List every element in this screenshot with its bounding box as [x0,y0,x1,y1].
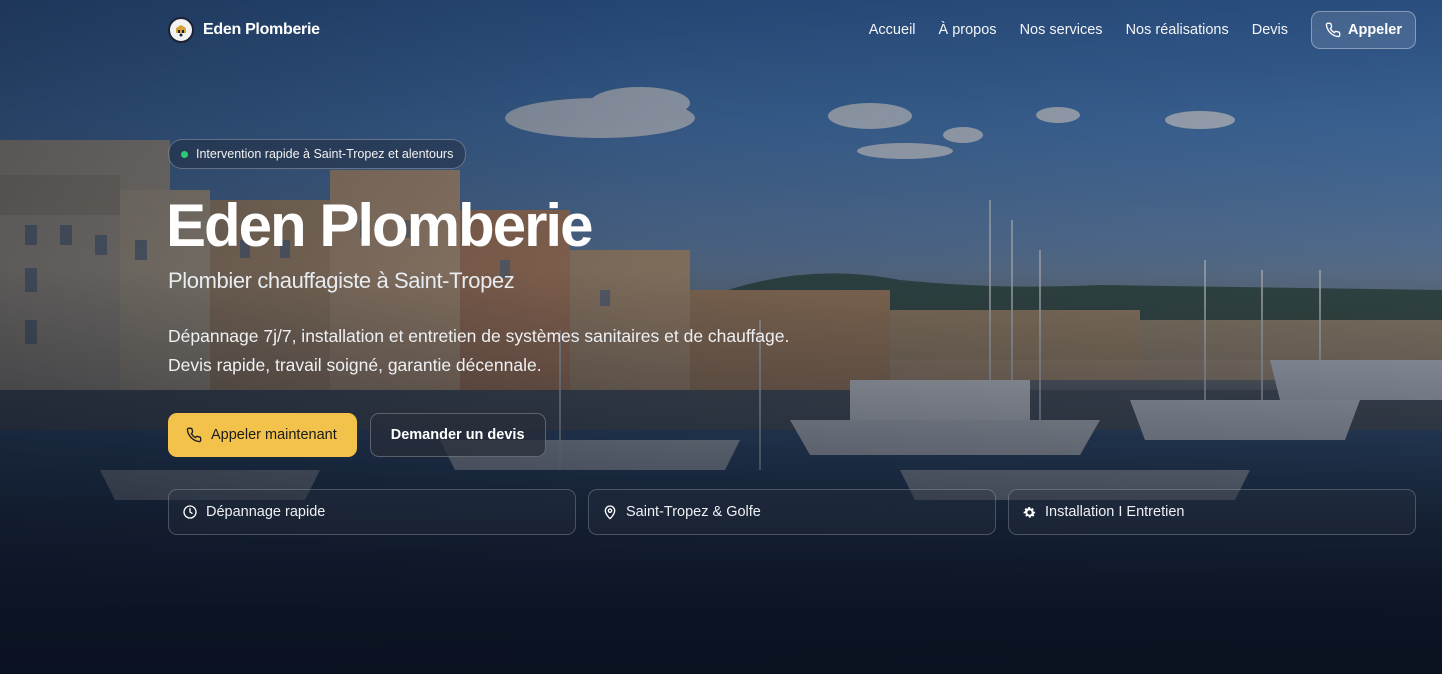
feature-label: Dépannage rapide [206,504,326,520]
clock-icon [182,504,198,520]
brand[interactable]: Eden Plomberie [168,17,320,43]
nav-link-devis[interactable]: Devis [1252,22,1288,38]
page-subtitle: Plombier chauffagiste à Saint-Tropez [168,268,515,293]
nav-link-accueil[interactable]: Accueil [869,22,916,38]
feature-cards: Dépannage rapide Saint-Tropez & Golfe In… [168,489,1416,535]
gear-icon [1022,505,1037,520]
nav-link-a-propos[interactable]: À propos [939,22,997,38]
navbar: Eden Plomberie Accueil À propos Nos serv… [168,11,1416,49]
hero-description: Dépannage 7j/7, installation et entretie… [168,322,789,380]
status-badge: Intervention rapide à Saint-Tropez et al… [168,139,467,169]
status-dot-icon [181,150,188,158]
feature-label: Saint-Tropez & Golfe [626,504,761,520]
description-line-1: Dépannage 7j/7, installation et entretie… [168,326,790,346]
brand-name: Eden Plomberie [203,21,320,38]
page-title: Eden Plomberie [166,192,593,259]
map-pin-icon [602,504,618,520]
phone-icon [186,427,202,443]
nav-links: Accueil À propos Nos services Nos réalis… [869,11,1416,49]
nav-link-nos-services[interactable]: Nos services [1020,22,1103,38]
call-now-label: Appeler maintenant [211,427,337,443]
hero-section: Eden Plomberie Accueil À propos Nos serv… [0,0,1442,674]
call-now-button[interactable]: Appeler maintenant [168,413,357,457]
feature-card: Dépannage rapide [168,489,576,535]
phone-icon [1325,22,1341,38]
cta-row: Appeler maintenant Demander un devis [168,413,546,457]
feature-label: Installation I Entretien [1045,504,1185,520]
badge-text: Intervention rapide à Saint-Tropez et al… [196,147,454,161]
feature-card: Installation I Entretien [1008,489,1416,535]
logo-icon [168,17,194,43]
request-quote-button[interactable]: Demander un devis [369,413,546,457]
nav-link-nos-realisations[interactable]: Nos réalisations [1126,22,1229,38]
feature-card: Saint-Tropez & Golfe [588,489,996,535]
description-line-2: Devis rapide, travail soigné, garantie d… [168,355,542,375]
call-button[interactable]: Appeler [1311,11,1416,49]
call-button-label: Appeler [1348,22,1402,38]
